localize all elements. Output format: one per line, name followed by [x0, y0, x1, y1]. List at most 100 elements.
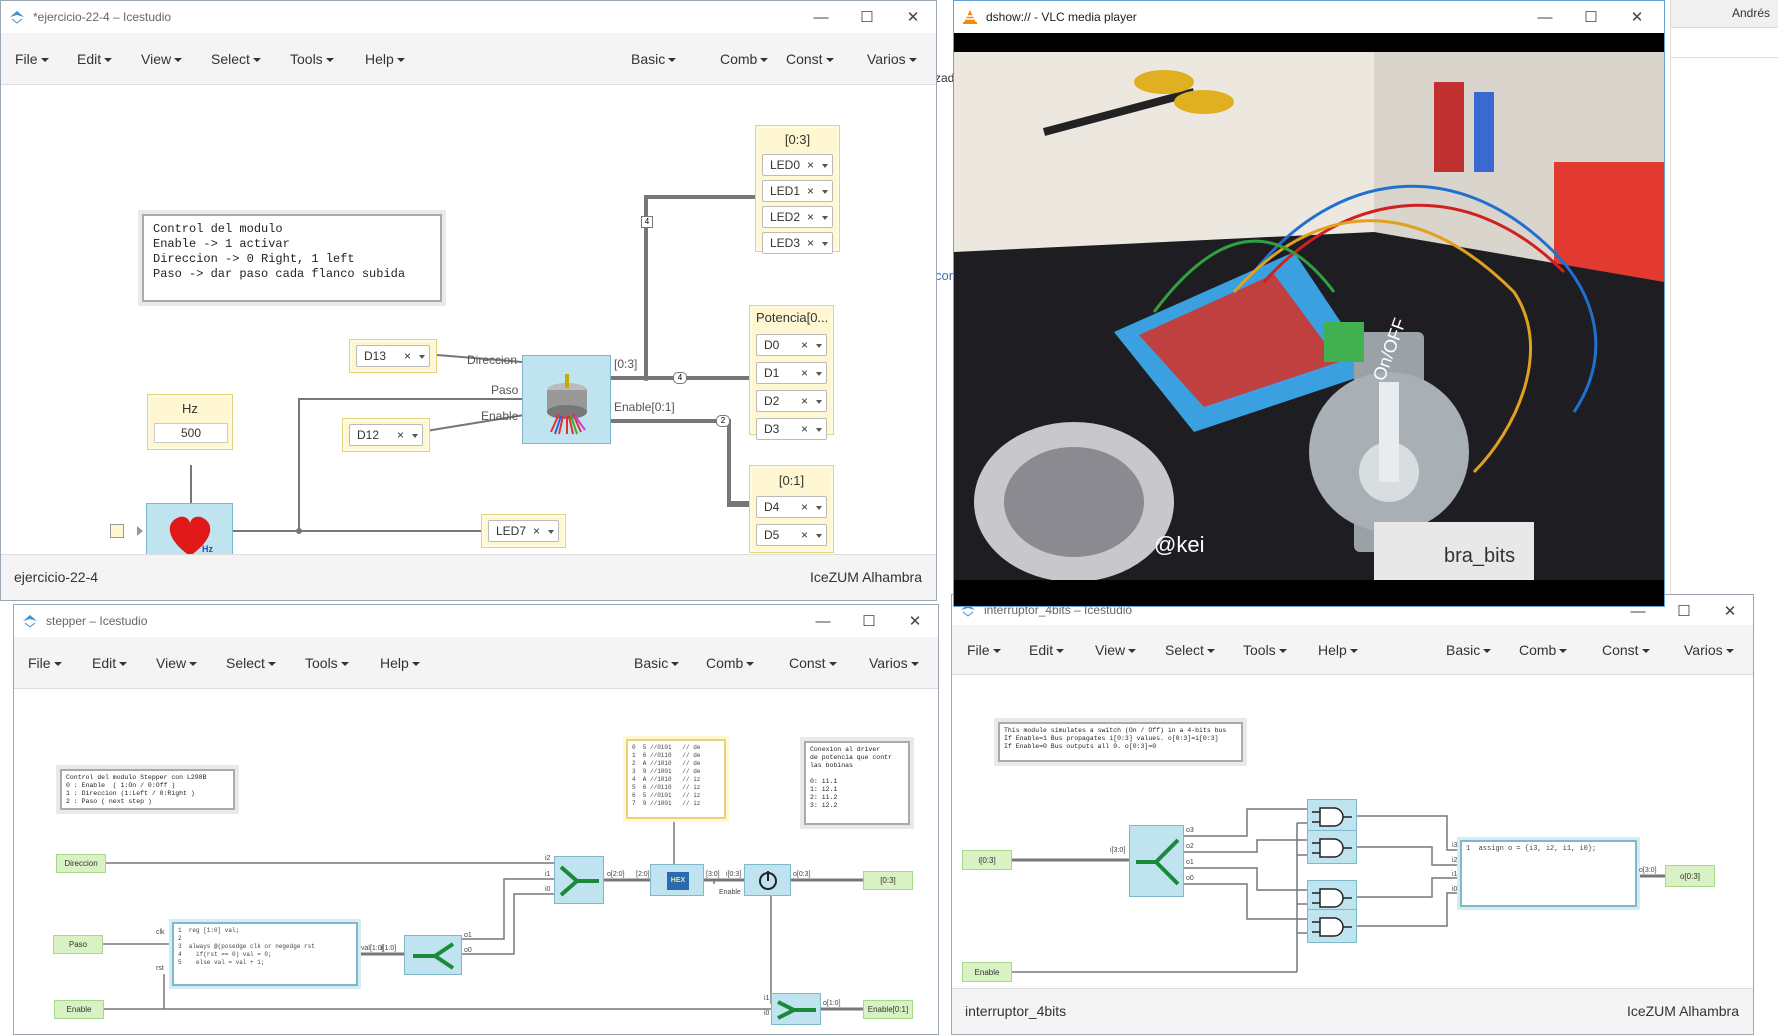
bus-size-badge-2: 4: [673, 372, 687, 384]
rom-code-block[interactable]: 0 5 //0101 // de 1 6 //0110 // de 2 A //…: [626, 739, 726, 819]
input-direccion[interactable]: Direccion: [56, 854, 106, 873]
vlc-window: dshow:// - VLC media player — ☐ ✕ @kei b…: [953, 0, 1665, 607]
menu-view[interactable]: View: [141, 33, 182, 85]
maximize-icon[interactable]: ☐: [1661, 595, 1707, 627]
close-icon[interactable]: ✕: [892, 605, 938, 637]
close-icon[interactable]: ✕: [1614, 1, 1660, 33]
menu-const[interactable]: Const: [1602, 625, 1650, 675]
constant-block-hz[interactable]: Hz 500: [147, 394, 233, 450]
menu-tools[interactable]: Tools: [290, 33, 334, 85]
input-enable[interactable]: Enable: [54, 1000, 104, 1019]
input-block-d13[interactable]: D13 ×: [349, 339, 437, 373]
menu-const[interactable]: Const: [786, 33, 834, 85]
pin-select-led1[interactable]: LED1 ×: [762, 180, 833, 202]
input-enable[interactable]: Enable: [962, 962, 1012, 982]
split-block-enable[interactable]: [771, 993, 821, 1025]
menu-select[interactable]: Select: [226, 637, 276, 689]
menu-file[interactable]: File: [28, 637, 62, 689]
maximize-icon[interactable]: ☐: [846, 605, 892, 637]
heartbeat-block[interactable]: Hz: [146, 503, 233, 554]
comment-note[interactable]: Control del modulo Stepper con L298B 0 :…: [60, 769, 235, 810]
input-i03[interactable]: i[0:3]: [962, 850, 1012, 870]
menu-file[interactable]: File: [967, 625, 1001, 675]
enable-group-title: [0:1]: [778, 473, 805, 488]
stepper-module-block[interactable]: [522, 355, 611, 444]
menu-basic[interactable]: Basic: [634, 637, 679, 689]
menu-comb[interactable]: Comb: [1519, 625, 1567, 675]
split-block[interactable]: [1129, 825, 1184, 897]
menu-view[interactable]: View: [156, 637, 197, 689]
menu-basic[interactable]: Basic: [631, 33, 676, 85]
output-block-led7[interactable]: LED7 ×: [481, 514, 566, 548]
design-canvas[interactable]: Control del modulo Stepper con L298B 0 :…: [14, 689, 938, 1034]
label-3-0: [3:0]: [706, 871, 720, 878]
pin-select-led3[interactable]: LED3 ×: [762, 232, 833, 254]
design-canvas[interactable]: This module simulates a switch (On / Off…: [952, 675, 1753, 988]
menu-help[interactable]: Help: [1318, 625, 1358, 675]
assign-code-block[interactable]: 1 assign o = {i3, i2, i1, i0};: [1460, 840, 1637, 907]
comment-note-driver[interactable]: Conexion al driver de potencia que contr…: [804, 741, 910, 825]
menu-varios[interactable]: Varios: [869, 637, 919, 689]
maximize-icon[interactable]: ☐: [1568, 1, 1614, 33]
and-gate-block-3[interactable]: [1307, 799, 1357, 833]
menu-edit[interactable]: Edit: [92, 637, 127, 689]
minimize-icon[interactable]: —: [798, 1, 844, 33]
pin-select-led0[interactable]: LED0 ×: [762, 154, 833, 176]
potencia-title: Potencia[0...: [756, 310, 829, 325]
counter-code-block[interactable]: 1 reg [1:0] val; 2 3 always @(posedge cl…: [172, 922, 358, 986]
menu-help[interactable]: Help: [380, 637, 420, 689]
pin-select-d0[interactable]: D0 ×: [756, 334, 827, 356]
pin-select-led7[interactable]: LED7 ×: [488, 520, 559, 542]
pin-select-d13[interactable]: D13 ×: [356, 345, 430, 367]
rom-block[interactable]: HEX: [650, 864, 704, 896]
minimize-icon[interactable]: —: [1522, 1, 1568, 33]
video-area[interactable]: @kei bra_bits On/OFF: [954, 33, 1664, 606]
output-block-potencia[interactable]: Potencia[0... D0 × D1 × D2 × D3 ×: [749, 305, 834, 440]
hz-value-input[interactable]: 500: [154, 423, 228, 443]
menu-const[interactable]: Const: [789, 637, 837, 689]
menu-help[interactable]: Help: [365, 33, 405, 85]
pin-select-d3[interactable]: D3 ×: [756, 418, 827, 440]
menu-comb[interactable]: Comb: [720, 33, 768, 85]
menu-varios[interactable]: Varios: [867, 33, 917, 85]
menu-basic[interactable]: Basic: [1446, 625, 1491, 675]
comment-note[interactable]: This module simulates a switch (On / Off…: [998, 722, 1243, 762]
input-block-d12[interactable]: D12 ×: [342, 418, 430, 452]
switch-block[interactable]: [744, 864, 791, 896]
input-port-square[interactable]: [110, 524, 124, 538]
pin-select-d5[interactable]: D5 ×: [756, 524, 827, 546]
menu-view[interactable]: View: [1095, 625, 1136, 675]
minimize-icon[interactable]: —: [800, 605, 846, 637]
output-block-enable[interactable]: [0:1] D4 × D5 ×: [749, 465, 834, 553]
menu-varios[interactable]: Varios: [1684, 625, 1734, 675]
pin-select-d12[interactable]: D12 ×: [349, 424, 423, 446]
menu-tools[interactable]: Tools: [305, 637, 349, 689]
output-enable01[interactable]: Enable[0:1]: [863, 1000, 913, 1019]
close-icon[interactable]: ✕: [1707, 595, 1753, 627]
pin-select-led2[interactable]: LED2 ×: [762, 206, 833, 228]
menu-tools[interactable]: Tools: [1243, 625, 1287, 675]
label-i0: i0: [545, 886, 551, 893]
and-gate-block-0[interactable]: [1307, 909, 1357, 943]
menu-edit[interactable]: Edit: [1029, 625, 1064, 675]
menu-edit[interactable]: Edit: [77, 33, 112, 85]
menu-file[interactable]: File: [15, 33, 49, 85]
output-o03[interactable]: o[0:3]: [1665, 865, 1715, 887]
menu-select[interactable]: Select: [211, 33, 261, 85]
comment-note[interactable]: Control del modulo Enable -> 1 activar D…: [142, 214, 442, 302]
split-icon: [777, 1000, 816, 1020]
output-03[interactable]: [0:3]: [863, 871, 913, 890]
close-icon[interactable]: ✕: [890, 1, 936, 33]
pin-select-d2[interactable]: D2 ×: [756, 390, 827, 412]
menu-select[interactable]: Select: [1165, 625, 1215, 675]
and-gate-block-2[interactable]: [1307, 830, 1357, 864]
pin-select-d1[interactable]: D1 ×: [756, 362, 827, 384]
split-block[interactable]: [404, 935, 462, 975]
input-paso[interactable]: Paso: [53, 935, 103, 954]
design-canvas[interactable]: Control del modulo Enable -> 1 activar D…: [1, 85, 936, 554]
output-block-leds[interactable]: [0:3] LED0 × LED1 × LED2 × LED3 ×: [755, 125, 840, 254]
pin-select-d4[interactable]: D4 ×: [756, 496, 827, 518]
join-block[interactable]: [554, 856, 604, 904]
maximize-icon[interactable]: ☐: [844, 1, 890, 33]
menu-comb[interactable]: Comb: [706, 637, 754, 689]
